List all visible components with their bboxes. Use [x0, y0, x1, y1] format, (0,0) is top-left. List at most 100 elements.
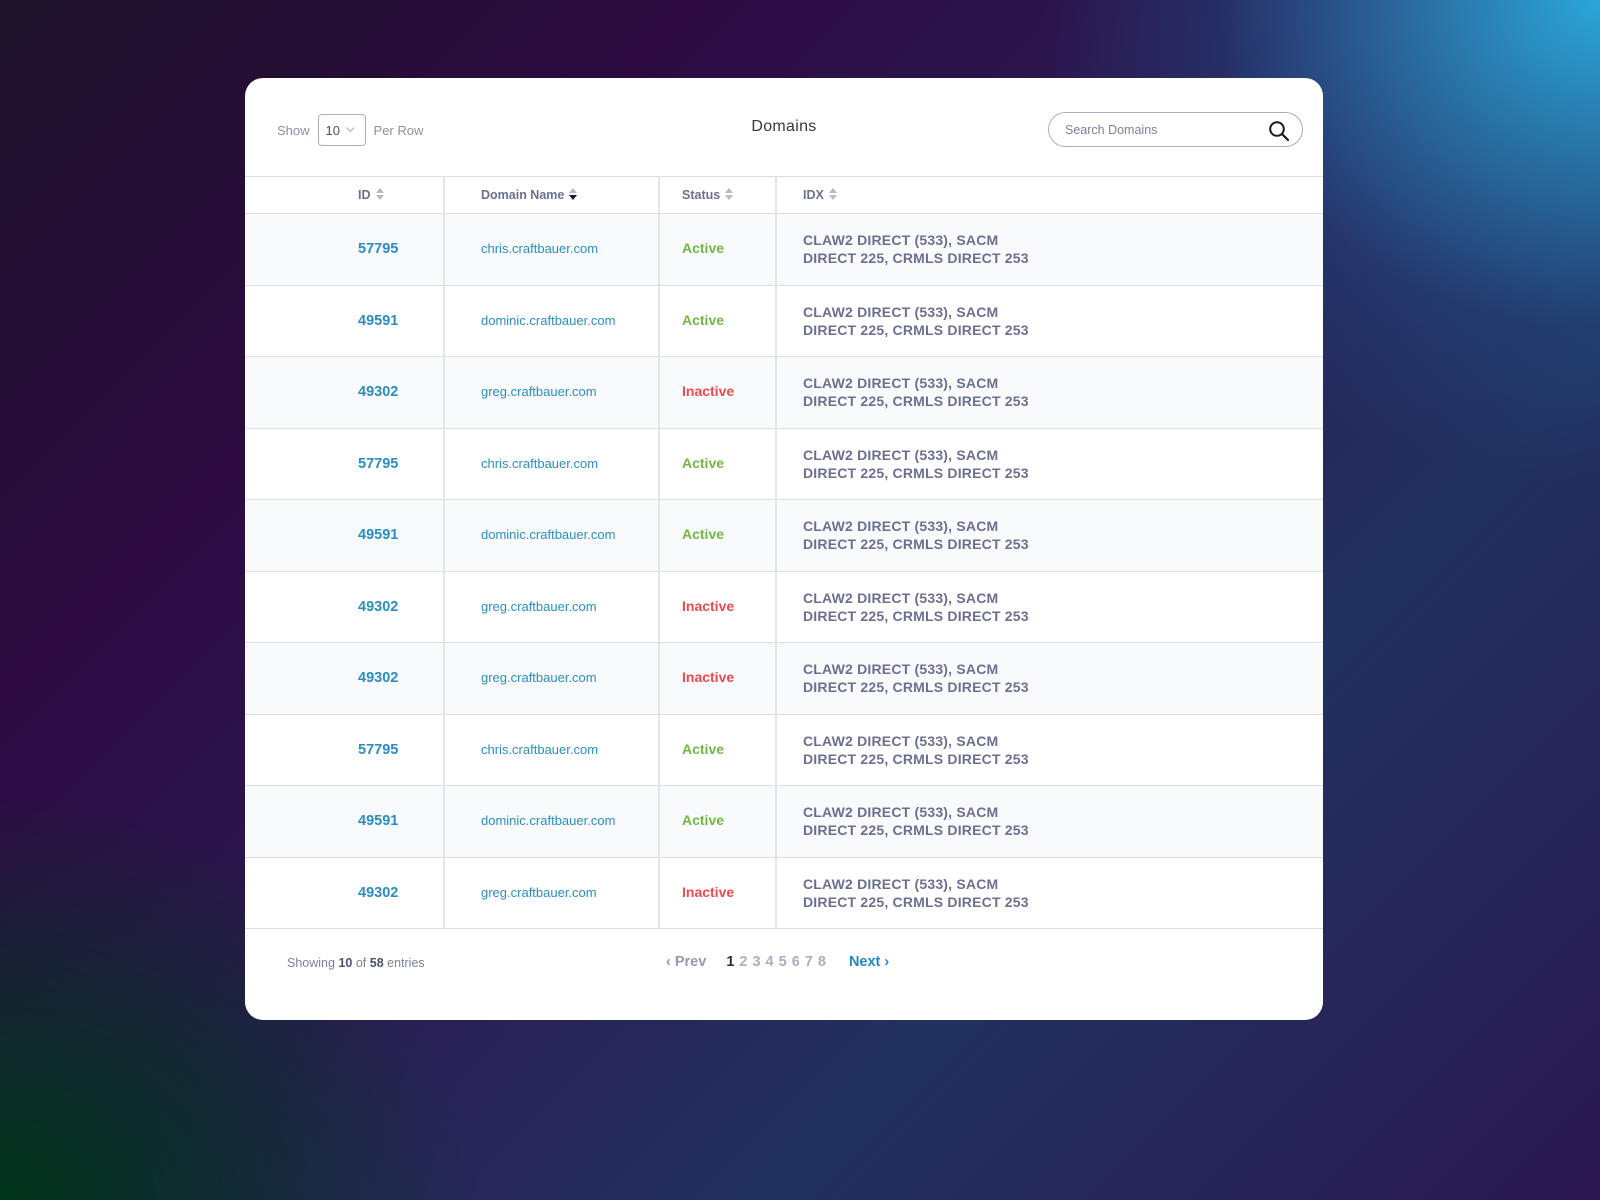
sort-icon[interactable]: [375, 188, 384, 202]
idx-cell: CLAW2 DIRECT (533), SACM DIRECT 225, CRML…: [775, 856, 1323, 929]
idx-cell: CLAW2 DIRECT (533), SACM DIRECT 225, CRML…: [775, 213, 1323, 285]
column-header-domain-name[interactable]: Domain Name: [443, 176, 659, 214]
column-header-id[interactable]: ID: [245, 176, 444, 214]
column-header-label: IDX: [803, 187, 824, 202]
domains-table: ID Domain Name Status IDX 57795 chris.craftb…: [245, 176, 1323, 929]
page-number-5[interactable]: 5: [779, 954, 787, 970]
id-cell: 49302: [245, 856, 444, 929]
status-cell: Inactive: [658, 642, 776, 714]
id-cell: 49591: [245, 499, 444, 571]
status-cell: Active: [658, 713, 776, 786]
idx-line: DIRECT 225, CRMLS DIRECT 253: [803, 679, 1029, 696]
sort-icon[interactable]: [828, 188, 837, 202]
idx-line: CLAW2 DIRECT (533), SACM: [803, 876, 999, 892]
domain-cell: greg.craftbauer.com: [443, 642, 659, 714]
domain-cell: dominic.craftbauer.com: [443, 499, 659, 571]
idx-line: CLAW2 DIRECT (533), SACM: [803, 589, 999, 606]
id-cell: 57795: [245, 427, 444, 500]
status-cell: Active: [658, 213, 776, 285]
domain-name-link[interactable]: greg.craftbauer.com: [481, 885, 597, 900]
showing-prefix: Showing: [287, 956, 335, 970]
idx-line: CLAW2 DIRECT (533), SACM: [803, 232, 999, 249]
domain-id-link[interactable]: 49302: [358, 599, 398, 615]
domain-id-link[interactable]: 49591: [358, 527, 398, 543]
idx-line: DIRECT 225, CRMLS DIRECT 253: [803, 822, 1029, 839]
domain-id-link[interactable]: 49302: [358, 885, 398, 901]
domain-id-link[interactable]: 49302: [358, 384, 398, 400]
status-cell: Active: [658, 427, 776, 500]
domain-id-link[interactable]: 49591: [358, 313, 398, 329]
sort-icon[interactable]: [725, 188, 734, 202]
status-cell: Inactive: [658, 856, 776, 929]
page-number-2[interactable]: 2: [739, 954, 747, 970]
search-icon[interactable]: [1268, 120, 1290, 142]
idx-cell: CLAW2 DIRECT (533), SACM DIRECT 225, CRML…: [775, 642, 1323, 714]
domain-name-link[interactable]: greg.craftbauer.com: [481, 670, 597, 685]
table-footer: Showing 10 of 58 entries ‹ Prev 12345678…: [245, 928, 1323, 1020]
status-badge: Active: [682, 454, 725, 471]
domain-name-link[interactable]: greg.craftbauer.com: [481, 599, 597, 614]
idx-cell: CLAW2 DIRECT (533), SACM DIRECT 225, CRML…: [775, 427, 1323, 500]
domain-name-link[interactable]: greg.craftbauer.com: [481, 384, 597, 399]
prev-page-button[interactable]: ‹ Prev: [666, 954, 706, 970]
domain-name-link[interactable]: chris.craftbauer.com: [481, 742, 598, 757]
search-input[interactable]: [1065, 122, 1255, 137]
status-badge: Active: [682, 311, 725, 328]
idx-cell: CLAW2 DIRECT (533), SACM DIRECT 225, CRML…: [775, 284, 1323, 357]
table-row: 49302 greg.craftbauer.com Inactive CLAW2 DI…: [245, 356, 1323, 428]
domain-cell: greg.craftbauer.com: [443, 856, 659, 929]
page-number-6[interactable]: 6: [792, 954, 800, 970]
column-header-label: ID: [358, 187, 371, 202]
id-cell: 49591: [245, 785, 444, 857]
idx-line: DIRECT 225, CRMLS DIRECT 253: [803, 894, 1029, 910]
domain-cell: greg.craftbauer.com: [443, 570, 659, 643]
table-row: 49302 greg.craftbauer.com Inactive CLAW2 DI…: [245, 570, 1323, 643]
page-number-4[interactable]: 4: [766, 954, 774, 970]
entries-summary: Showing 10 of 58 entries: [287, 956, 425, 970]
status-badge: Active: [682, 740, 725, 757]
domain-cell: dominic.craftbauer.com: [443, 284, 659, 357]
domain-id-link[interactable]: 57795: [358, 742, 398, 758]
domain-id-link[interactable]: 49591: [358, 813, 398, 829]
idx-line: DIRECT 225, CRMLS DIRECT 253: [803, 464, 1029, 481]
idx-line: DIRECT 225, CRMLS DIRECT 253: [803, 607, 1029, 624]
domain-cell: chris.craftbauer.com: [443, 427, 659, 500]
domain-id-link[interactable]: 57795: [358, 456, 398, 472]
idx-cell: CLAW2 DIRECT (533), SACM DIRECT 225, CRML…: [775, 713, 1323, 786]
page-number-7[interactable]: 7: [805, 954, 813, 970]
page-number-3[interactable]: 3: [752, 954, 760, 970]
showing-of: of: [355, 956, 367, 970]
id-cell: 49591: [245, 284, 444, 357]
id-cell: 49302: [245, 642, 444, 714]
domain-id-link[interactable]: 57795: [358, 241, 398, 257]
idx-cell: CLAW2 DIRECT (533), SACM DIRECT 225, CRML…: [775, 356, 1323, 428]
page-number-8[interactable]: 8: [818, 954, 826, 970]
table-row: 57795 chris.craftbauer.com Active CLAW2 DIR…: [245, 213, 1323, 285]
sort-icon[interactable]: [569, 188, 578, 202]
status-badge: Active: [682, 812, 725, 829]
idx-line: CLAW2 DIRECT (533), SACM: [803, 661, 999, 678]
table-row: 49302 greg.craftbauer.com Inactive CLAW2 DI…: [245, 856, 1323, 929]
column-header-idx[interactable]: IDX: [775, 176, 1323, 214]
status-badge: Inactive: [682, 884, 735, 900]
idx-cell: CLAW2 DIRECT (533), SACM DIRECT 225, CRML…: [775, 785, 1323, 857]
status-cell: Inactive: [658, 570, 776, 643]
domain-id-link[interactable]: 49302: [358, 670, 398, 686]
domain-name-link[interactable]: dominic.craftbauer.com: [481, 527, 615, 542]
domain-name-link[interactable]: dominic.craftbauer.com: [481, 813, 615, 828]
domain-name-link[interactable]: chris.craftbauer.com: [481, 241, 598, 256]
idx-cell: CLAW2 DIRECT (533), SACM DIRECT 225, CRML…: [775, 499, 1323, 571]
idx-line: CLAW2 DIRECT (533), SACM: [803, 303, 999, 320]
id-cell: 49302: [245, 570, 444, 643]
status-cell: Inactive: [658, 356, 776, 428]
domain-name-link[interactable]: dominic.craftbauer.com: [481, 313, 615, 328]
domain-name-link[interactable]: chris.craftbauer.com: [481, 456, 598, 471]
page-numbers: 12345678: [726, 954, 831, 970]
table-toolbar: Show 10 Per Row Domains: [245, 78, 1323, 176]
idx-line: DIRECT 225, CRMLS DIRECT 253: [803, 393, 1029, 410]
page-number-1[interactable]: 1: [726, 954, 734, 970]
next-page-button[interactable]: Next ›: [849, 954, 889, 970]
status-badge: Active: [682, 526, 725, 543]
column-header-status[interactable]: Status: [658, 176, 776, 214]
showing-total: 58: [369, 956, 384, 970]
